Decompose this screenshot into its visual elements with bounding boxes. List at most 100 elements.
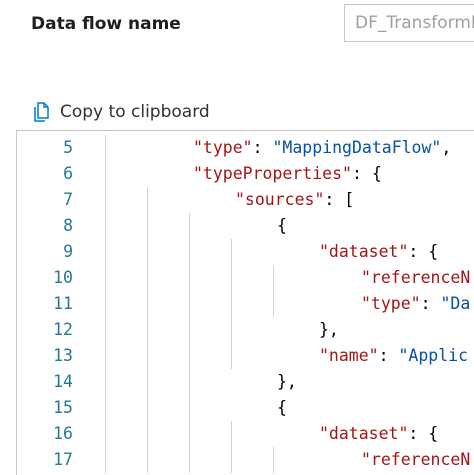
code-token: "Applic [398,346,469,365]
code-token: "type" [193,138,253,157]
code-token: "dataset" [319,424,409,443]
json-code-editor[interactable]: 5 6 7 8 9 10 11 12 13 14 15 16 17 "type": "MappingDa… [16,130,474,475]
indent-guide [231,239,232,265]
code-token: "referenceN [361,450,471,469]
indent-guide [147,447,148,473]
code-line: "type": "MappingDataFlow", [193,135,451,161]
code-token: , [441,138,452,157]
indent-guide [189,421,190,447]
code-token: : [420,294,441,313]
indent-guide [231,447,232,473]
indent-guide [105,187,106,213]
indent-guide [147,265,148,291]
line-number: 10 [53,268,73,287]
code-token: : { [408,424,439,443]
code-token: "referenceN [361,268,471,287]
line-number: 13 [53,346,73,365]
code-line: "dataset": { [319,239,438,265]
indent-guide [147,343,148,369]
indent-guide [231,291,232,317]
indent-guide [273,447,274,473]
code-token: "MappingDataFlow" [272,138,442,157]
code-token: "name" [319,346,379,365]
indent-guide [105,135,106,161]
code-line: "typeProperties": { [193,161,382,187]
indent-guide [105,317,106,343]
indent-guide [105,161,106,187]
code-line: "referenceN [361,265,470,291]
line-number: 6 [63,164,73,183]
copy-to-clipboard-button[interactable]: Copy to clipboard [32,101,210,123]
code-line: }, [319,317,339,343]
indent-guide [147,395,148,421]
indent-guide [147,317,148,343]
indent-guide [105,239,106,265]
indent-guide [231,265,232,291]
line-number: 12 [53,320,73,339]
indent-guide [147,369,148,395]
code-line: { [277,395,287,421]
indent-guide [273,265,274,291]
line-number: 9 [63,242,73,261]
data-flow-name-label: Data flow name [31,14,181,34]
indent-guide [105,447,106,473]
code-token: : { [408,242,439,261]
indent-guide [231,317,232,343]
code-token: }, [277,372,297,391]
indent-guide [105,395,106,421]
line-number: 7 [63,190,73,209]
code-token: : [ [324,190,355,209]
indent-guide [189,239,190,265]
code-token: "Da [440,294,471,313]
copy-icon [32,101,52,123]
code-token: { [277,398,287,417]
indent-guide [231,421,232,447]
code-line: { [277,213,287,239]
code-line: }, [277,369,297,395]
code-line: "dataset": { [319,421,438,447]
code-token: "sources" [235,190,325,209]
indent-guide [105,291,106,317]
line-number: 17 [53,450,73,469]
indent-guide [189,291,190,317]
code-line: "type": "Da [361,291,470,317]
indent-guide [147,291,148,317]
indent-guide [189,369,190,395]
data-flow-name-field[interactable]: DF_TransformP [344,4,474,42]
code-token: "dataset" [319,242,409,261]
indent-guide [105,369,106,395]
code-token: : [252,138,273,157]
indent-guide [147,187,148,213]
line-number: 14 [53,372,73,391]
indent-guide [189,317,190,343]
indent-guide [147,421,148,447]
indent-guide [105,343,106,369]
indent-guide [189,213,190,239]
indent-guide [147,213,148,239]
code-line: "sources": [ [235,187,354,213]
code-line: "referenceN [361,447,470,473]
indent-guide [147,239,148,265]
indent-guide [105,213,106,239]
line-number: 8 [63,216,73,235]
code-token: }, [319,320,339,339]
code-line: "name": "Applic [319,343,468,369]
indent-guide [189,395,190,421]
indent-guide [105,421,106,447]
code-token: "type" [361,294,421,313]
line-number: 15 [53,398,73,417]
indent-guide [273,291,274,317]
code-token: "typeProperties" [193,164,352,183]
indent-guide [189,447,190,473]
code-token: : [378,346,399,365]
copy-to-clipboard-label: Copy to clipboard [60,102,210,122]
line-number: 11 [53,294,73,313]
code-token: : { [351,164,382,183]
line-number: 16 [53,424,73,443]
code-token: { [277,216,287,235]
indent-guide [189,343,190,369]
indent-guide [231,343,232,369]
indent-guide [189,265,190,291]
line-number: 5 [63,138,73,157]
indent-guide [105,265,106,291]
